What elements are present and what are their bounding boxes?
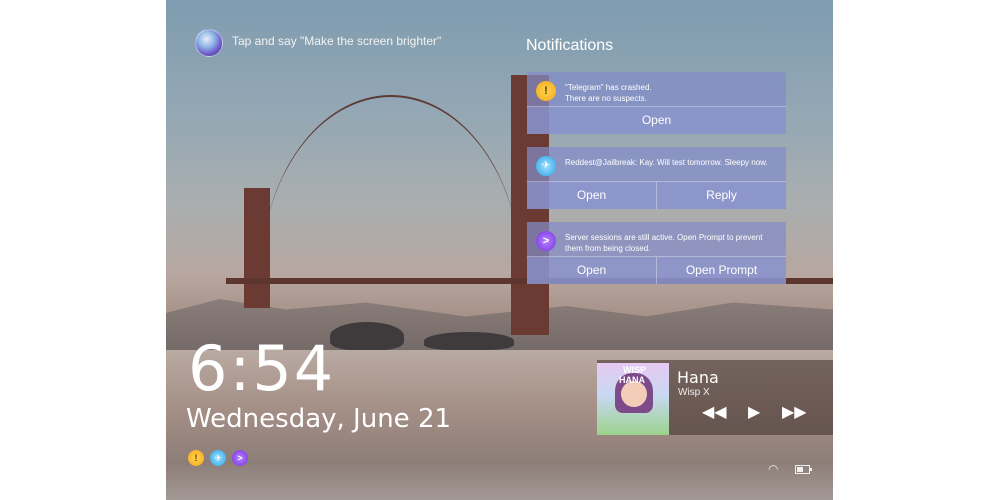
warning-icon	[536, 81, 556, 101]
notification-text: "Telegram" has crashed. There are no sus…	[565, 83, 652, 103]
music-player: WISP HANA Hana Wisp X ◀◀ ▶ ▶▶	[597, 360, 833, 435]
open-button[interactable]: Open	[527, 182, 656, 209]
siri-prompt: Tap and say "Make the screen brighter"	[232, 34, 442, 48]
prompt-icon	[536, 231, 556, 251]
open-prompt-button[interactable]: Open Prompt	[656, 257, 786, 284]
battery-icon	[795, 465, 812, 474]
song-artist: Wisp X	[678, 387, 710, 398]
fast-forward-icon[interactable]: ▶▶	[782, 405, 807, 421]
notification-text: Server sessions are still active. Open P…	[565, 233, 763, 253]
open-button[interactable]: Open	[527, 107, 786, 134]
clock-time: 6:54	[188, 332, 336, 405]
telegram-icon	[536, 156, 556, 176]
lock-screen: Tap and say "Make the screen brighter" N…	[166, 0, 833, 500]
album-art-text: WISP	[623, 365, 647, 375]
prompt-icon[interactable]	[232, 450, 248, 466]
warning-icon[interactable]	[188, 450, 204, 466]
rewind-icon[interactable]: ◀◀	[702, 405, 727, 421]
notification-card[interactable]: "Telegram" has crashed. There are no sus…	[527, 72, 786, 134]
telegram-icon[interactable]	[210, 450, 226, 466]
notifications-title: Notifications	[526, 37, 614, 54]
rock-small	[424, 332, 514, 350]
rock-large	[330, 322, 404, 350]
clock-date: Wednesday, June 21	[186, 404, 452, 434]
notification-text: Reddest@Jailbreak: Kay. Will test tomorr…	[565, 158, 768, 167]
notification-card[interactable]: Reddest@Jailbreak: Kay. Will test tomorr…	[527, 147, 786, 209]
album-art-text: HANA	[619, 375, 645, 385]
album-art: WISP HANA	[597, 363, 669, 435]
play-icon[interactable]: ▶	[748, 405, 760, 421]
wifi-icon: ◠	[768, 462, 779, 476]
siri-icon[interactable]	[195, 29, 223, 57]
reply-button[interactable]: Reply	[656, 182, 786, 209]
song-title: Hana	[677, 368, 719, 387]
open-button[interactable]: Open	[527, 257, 656, 284]
notification-card[interactable]: Server sessions are still active. Open P…	[527, 222, 786, 284]
